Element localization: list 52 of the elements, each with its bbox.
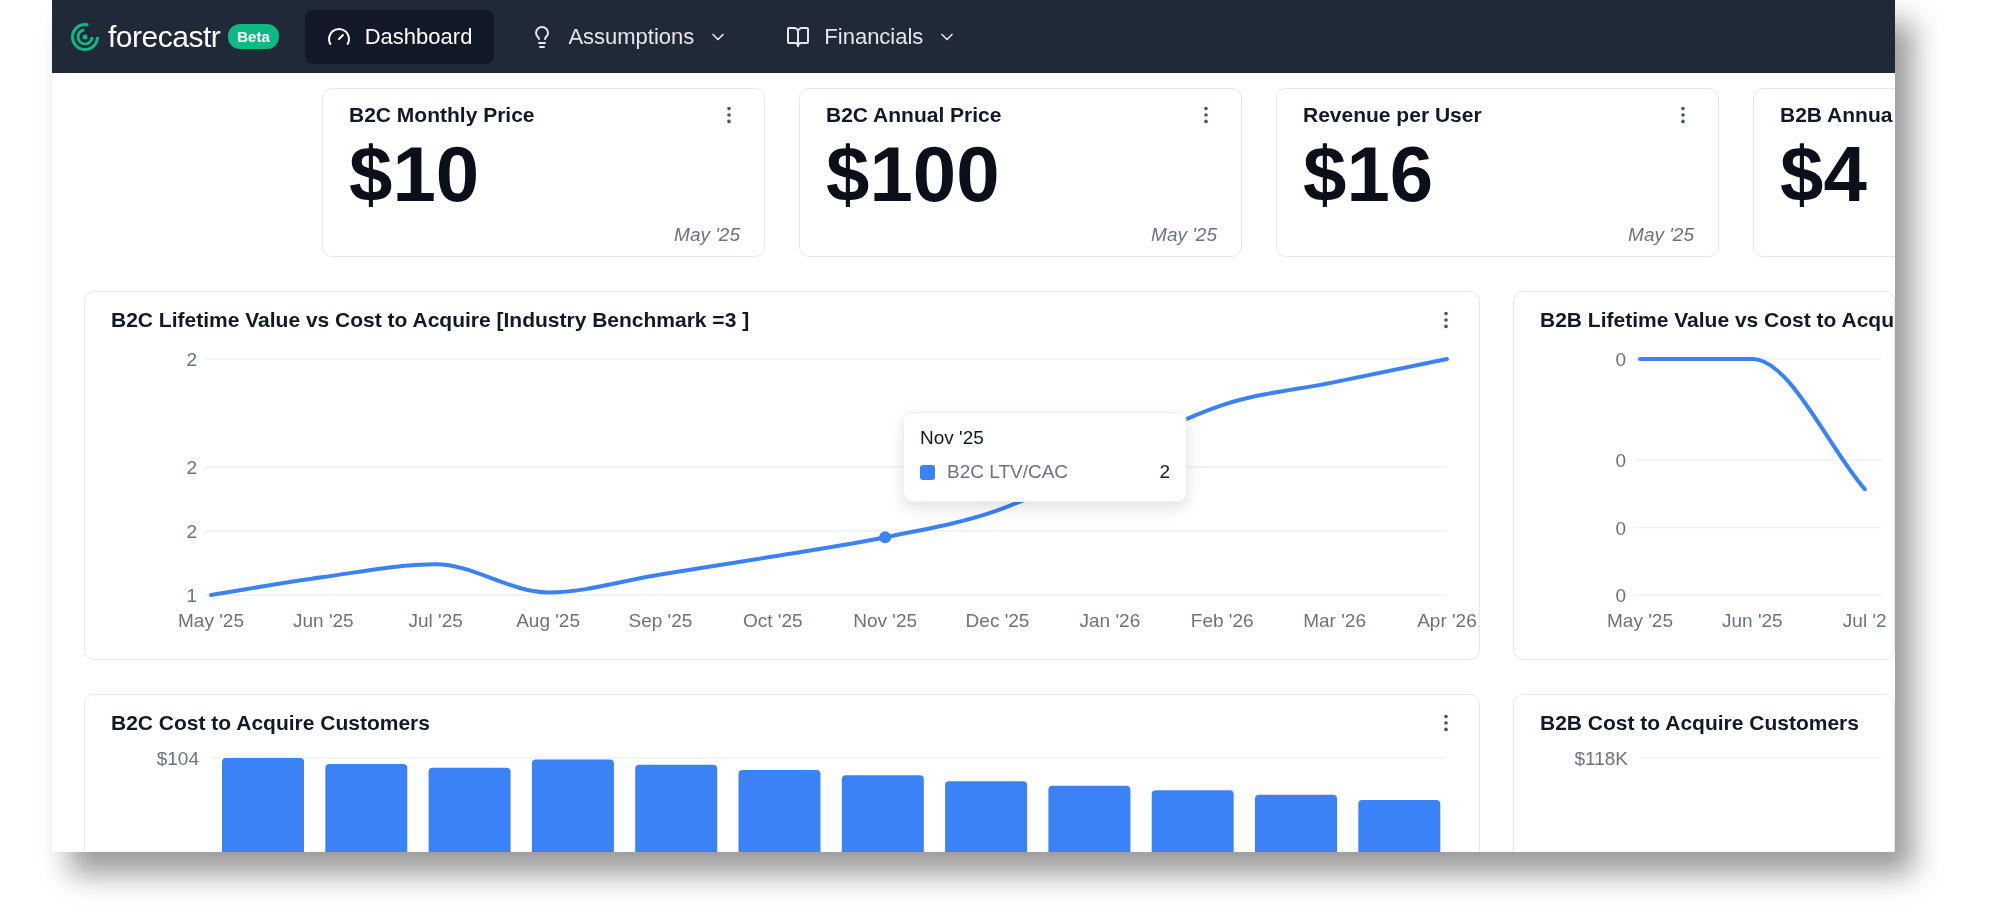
y-axis-label: 2 bbox=[186, 456, 197, 478]
x-axis-label: Dec '25 bbox=[965, 610, 1030, 631]
book-icon bbox=[786, 24, 811, 49]
y-axis-label: 0 bbox=[1615, 349, 1626, 370]
chart-title: B2B Cost to Acquire Customers bbox=[1540, 710, 1859, 735]
x-axis-label: Aug '25 bbox=[516, 610, 580, 631]
metric-value: $16 bbox=[1303, 135, 1435, 213]
metric-date: May '25 bbox=[674, 224, 740, 246]
metric-value: $4 bbox=[1780, 135, 1868, 213]
nav-tab[interactable]: Dashboard bbox=[304, 9, 495, 64]
y-axis-label: 0 bbox=[1615, 517, 1626, 539]
y-axis-label: 2 bbox=[186, 520, 197, 542]
hover-point bbox=[879, 531, 892, 544]
x-axis-label: Jan '26 bbox=[1079, 610, 1141, 631]
metric-title: Revenue per User bbox=[1303, 103, 1482, 127]
y-axis-label: 0 bbox=[1615, 450, 1626, 472]
x-axis-label: Jul '2 bbox=[1842, 610, 1887, 631]
x-axis-label: Feb '26 bbox=[1190, 610, 1254, 631]
x-axis-label: Oct '25 bbox=[743, 610, 803, 631]
metric-title: B2C Annual Price bbox=[826, 103, 1002, 127]
y-axis-label: 2 bbox=[186, 349, 197, 370]
y-axis-label: 1 bbox=[186, 585, 197, 606]
beta-badge: Beta bbox=[228, 24, 279, 49]
tooltip-series: B2C LTV/CAC bbox=[947, 461, 1070, 483]
metric-title: B2C Monthly Price bbox=[349, 103, 535, 127]
nav-tab[interactable]: Assumptions bbox=[508, 9, 751, 64]
metric-date: May '25 bbox=[1151, 224, 1217, 246]
metric-title: B2B Annua bbox=[1780, 103, 1893, 127]
x-axis-label: May '25 bbox=[1607, 610, 1673, 631]
chart-title: B2C Lifetime Value vs Cost to Acquire [Industry Benchmark =3 ] bbox=[111, 307, 750, 332]
metric-value: $10 bbox=[349, 135, 481, 213]
x-axis-label: Nov '25 bbox=[853, 610, 918, 631]
chart-title: B2C Cost to Acquire Customers bbox=[111, 710, 430, 735]
x-axis-label: May '25 bbox=[178, 610, 244, 631]
logo-icon bbox=[70, 21, 100, 52]
brand-name: forecastr bbox=[108, 19, 221, 54]
metric-value: $100 bbox=[826, 135, 1001, 213]
chart-title: B2B Lifetime Value vs Cost to Acqu bbox=[1540, 307, 1894, 332]
x-axis-label: Sep '25 bbox=[628, 610, 693, 631]
tooltip-title: Nov '25 bbox=[920, 427, 985, 449]
x-axis-label: Jun '25 bbox=[293, 610, 354, 631]
x-axis-label: Jun '25 bbox=[1722, 610, 1783, 631]
x-axis-label: Jul '25 bbox=[408, 610, 463, 631]
tooltip-value: 2 bbox=[1159, 461, 1170, 483]
legend-swatch-icon bbox=[920, 464, 935, 480]
y-axis-label: $118K bbox=[1574, 750, 1628, 769]
y-axis-label: 0 bbox=[1615, 585, 1626, 606]
x-axis-label: Mar '26 bbox=[1303, 610, 1366, 631]
metric-date: May '25 bbox=[1628, 224, 1694, 246]
nav-tab[interactable]: Financials bbox=[764, 9, 980, 64]
x-axis-label: Apr '26 bbox=[1417, 610, 1477, 631]
y-axis-label: $104 bbox=[156, 750, 199, 769]
